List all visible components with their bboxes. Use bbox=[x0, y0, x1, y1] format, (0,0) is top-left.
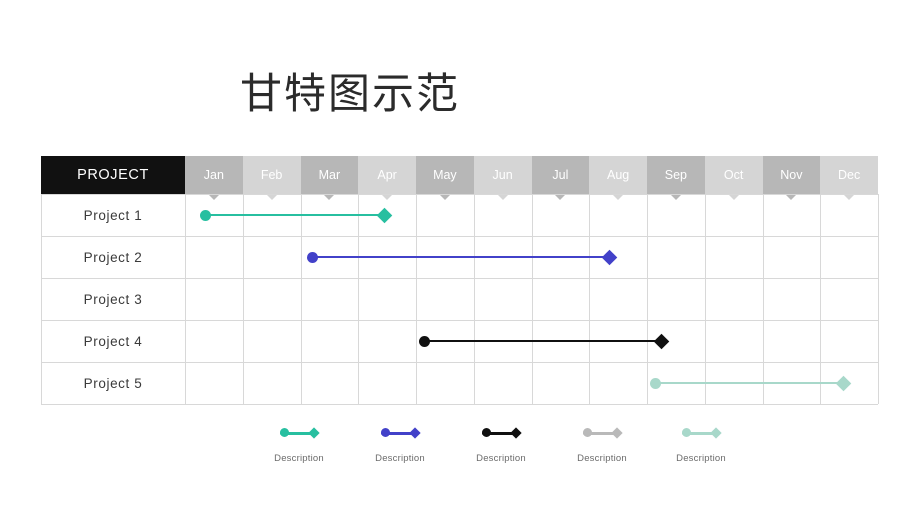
header-project-label: PROJECT bbox=[77, 167, 149, 183]
header-month-jul: Jul bbox=[531, 156, 590, 194]
grid-vline bbox=[300, 194, 302, 404]
task-start-marker[interactable] bbox=[306, 251, 318, 263]
legend-marker bbox=[641, 425, 761, 441]
header-month-aug: Aug bbox=[589, 156, 647, 194]
page-title: 甘特图示范 bbox=[240, 72, 461, 118]
task-start-marker[interactable] bbox=[199, 209, 211, 221]
header-month-dec: Dec bbox=[820, 156, 878, 194]
grid-vline bbox=[416, 194, 417, 404]
header-month-label: Apr bbox=[377, 168, 397, 182]
task-bar[interactable] bbox=[424, 339, 662, 343]
legend-item: Description bbox=[641, 425, 761, 464]
header-month-may: May bbox=[416, 156, 474, 194]
grid-vline bbox=[185, 194, 186, 404]
task-end-marker[interactable] bbox=[835, 375, 852, 391]
task-bar[interactable] bbox=[205, 213, 385, 217]
task-row-label: Project 1 bbox=[83, 207, 143, 223]
legend-end-diamond-icon bbox=[308, 426, 320, 439]
legend-end-diamond-icon bbox=[510, 426, 522, 439]
task-end-marker[interactable] bbox=[376, 207, 393, 223]
header-month-label: Jul bbox=[552, 168, 569, 182]
header-month-jan: Jan bbox=[185, 156, 243, 194]
header-month-label: Feb bbox=[260, 168, 283, 182]
chart-legend: Description Description Description Descrip… bbox=[41, 425, 878, 475]
header-month-jun: Jun bbox=[473, 156, 532, 194]
grid-vline bbox=[473, 194, 475, 404]
legend-start-dot-icon bbox=[482, 428, 491, 437]
task-row-label: Project 5 bbox=[83, 375, 143, 391]
header-month-mar: Mar bbox=[300, 156, 359, 194]
task-start-marker[interactable] bbox=[650, 377, 662, 389]
header-month-label: Jun bbox=[492, 168, 513, 182]
header-month-label: Nov bbox=[780, 168, 803, 182]
legend-end-diamond-icon bbox=[409, 426, 421, 439]
header-project-cell: PROJECT bbox=[41, 156, 185, 194]
header-month-feb: Feb bbox=[242, 156, 301, 194]
task-row-label: Project 2 bbox=[83, 249, 143, 265]
grid-hline bbox=[41, 194, 878, 195]
header-month-nov: Nov bbox=[762, 156, 821, 194]
header-month-sep: Sep bbox=[647, 156, 705, 194]
header-month-label: Jan bbox=[203, 168, 224, 182]
task-row-label: Project 3 bbox=[83, 291, 143, 307]
gantt-chart: PROJECT Jan Feb Mar Apr May Jun Jul Aug Sep Oct Nov… bbox=[41, 156, 879, 405]
legend-end-diamond-icon bbox=[611, 426, 623, 439]
task-row-label: Project 4 bbox=[83, 333, 143, 349]
grid-vline bbox=[878, 194, 879, 404]
header-month-apr: Apr bbox=[358, 156, 416, 194]
grid-hline bbox=[41, 404, 878, 405]
legend-start-dot-icon bbox=[682, 428, 691, 437]
header-month-label: Oct bbox=[723, 168, 744, 182]
task-end-marker[interactable] bbox=[653, 333, 670, 349]
legend-label: Description bbox=[676, 453, 726, 464]
grid-vline bbox=[762, 194, 764, 404]
legend-start-dot-icon bbox=[583, 428, 592, 437]
task-start-marker[interactable] bbox=[419, 335, 431, 347]
grid-vline bbox=[531, 194, 533, 404]
header-month-label: Dec bbox=[838, 168, 861, 182]
header-month-label: Mar bbox=[318, 168, 341, 182]
grid-vline bbox=[589, 194, 591, 404]
grid-vline bbox=[704, 194, 706, 404]
legend-start-dot-icon bbox=[280, 428, 289, 437]
header-month-label: Aug bbox=[607, 168, 630, 182]
grid-vline bbox=[647, 194, 648, 404]
task-bar[interactable] bbox=[655, 381, 844, 385]
task-bar[interactable] bbox=[312, 255, 610, 259]
legend-start-dot-icon bbox=[381, 428, 390, 437]
task-end-marker[interactable] bbox=[601, 249, 618, 265]
grid-vline bbox=[358, 194, 360, 404]
grid-vline bbox=[242, 194, 244, 404]
header-month-label: Sep bbox=[664, 168, 687, 182]
header-month-label: May bbox=[433, 168, 457, 182]
legend-end-diamond-icon bbox=[710, 426, 722, 439]
grid-vline bbox=[820, 194, 822, 404]
header-month-oct: Oct bbox=[704, 156, 763, 194]
